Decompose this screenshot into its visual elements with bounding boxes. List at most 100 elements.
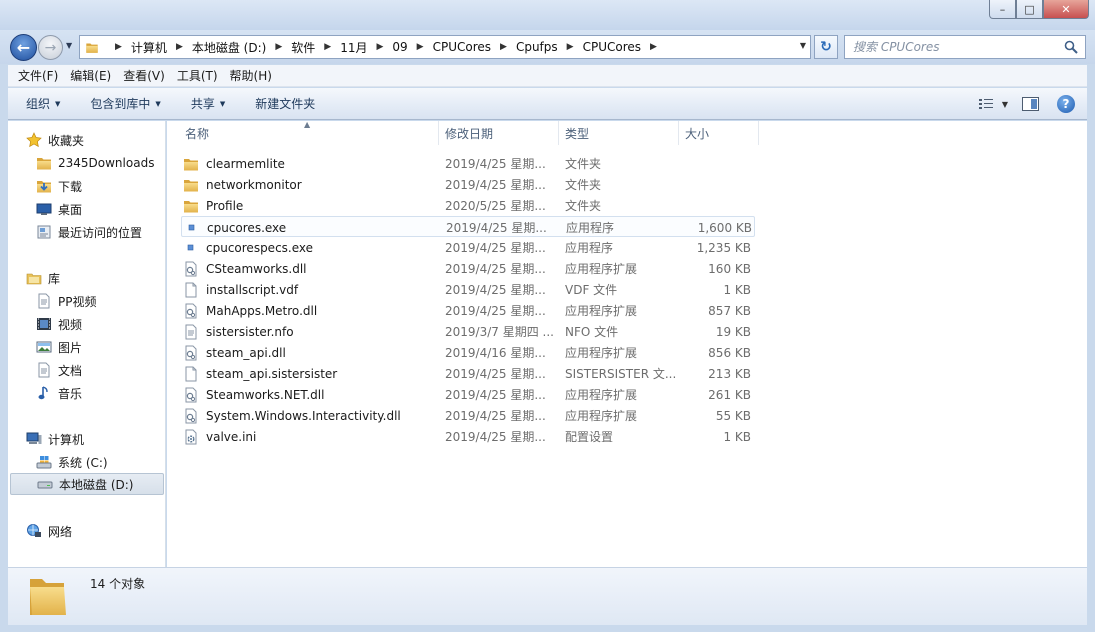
search-icon[interactable] — [1063, 39, 1079, 55]
address-bar[interactable]: ▶ 计算机 ▶ 本地磁盘 (D:) ▶ 软件 ▶ 11月 ▶ 09 ▶ CPUCores ▶ Cpufp… — [79, 35, 811, 59]
nav-item-videos[interactable]: 视频 — [36, 313, 162, 335]
column-header-date[interactable]: 修改日期 — [439, 121, 559, 145]
breadcrumb-separator-arrow[interactable]: ▶ — [367, 42, 392, 52]
file-row[interactable]: Steamworks.NET.dll 2019/4/25 星期... 应用程序扩展 2… — [181, 384, 755, 405]
nav-item-music[interactable]: 音乐 — [36, 382, 162, 404]
file-name-cell[interactable]: clearmemlite — [183, 153, 439, 174]
menu-tools[interactable]: 工具(T) — [171, 67, 224, 84]
nav-libraries[interactable]: 库 — [26, 267, 156, 289]
refresh-button[interactable]: ↻ — [814, 35, 838, 59]
file-row[interactable]: Profile 2020/5/25 星期... 文件夹 — [181, 195, 755, 216]
column-header-size[interactable]: 大小 — [679, 121, 759, 145]
breadcrumb-item[interactable]: Cpufps — [516, 40, 558, 54]
nav-computer[interactable]: 计算机 — [26, 428, 156, 450]
breadcrumb-separator-arrow[interactable]: ▶ — [491, 42, 516, 52]
nav-item-drive-d[interactable]: 本地磁盘 (D:) — [10, 473, 164, 495]
search-input[interactable] — [853, 40, 1053, 54]
breadcrumb-separator-arrow[interactable]: ▶ — [641, 42, 666, 52]
file-name: CSteamworks.dll — [206, 261, 307, 276]
menu-file[interactable]: 文件(F) — [12, 67, 64, 84]
change-view-button[interactable]: ▼ — [978, 97, 1008, 111]
file-name-cell[interactable]: MahApps.Metro.dll — [183, 300, 439, 321]
file-name-cell[interactable]: cpucores.exe — [184, 217, 440, 238]
breadcrumb-separator-arrow[interactable]: ▶ — [266, 42, 291, 52]
file-row[interactable]: sistersister.nfo 2019/3/7 星期四 ... NFO 文件 19… — [181, 321, 755, 342]
file-row[interactable]: System.Windows.Interactivity.dll 2019/4/2… — [181, 405, 755, 426]
preview-pane-icon — [1022, 97, 1039, 111]
file-name-cell[interactable]: steam_api.dll — [183, 342, 439, 363]
nav-item-pictures[interactable]: 图片 — [36, 336, 162, 358]
nav-item-drive-c[interactable]: 系统 (C:) — [36, 451, 162, 473]
file-name-cell[interactable]: CSteamworks.dll — [183, 258, 439, 279]
dll-icon — [183, 303, 199, 319]
organize-button[interactable]: 组织 ▼ — [8, 95, 70, 112]
file-row[interactable]: valve.ini 2019/4/25 星期... 配置设置 1 KB — [181, 426, 755, 447]
file-name-cell[interactable]: cpucorespecs.exe — [183, 237, 439, 258]
file-name-cell[interactable]: Steamworks.NET.dll — [183, 384, 439, 405]
nav-item-2345downloads[interactable]: 2345Downloads — [36, 152, 162, 174]
menu-help[interactable]: 帮助(H) — [224, 67, 278, 84]
file-name-cell[interactable]: Profile — [183, 195, 439, 216]
file-name-cell[interactable]: System.Windows.Interactivity.dll — [183, 405, 439, 426]
column-header-name[interactable]: 名称 — [179, 121, 439, 145]
menu-edit[interactable]: 编辑(E) — [64, 67, 117, 84]
file-row[interactable]: cpucores.exe 2019/4/25 星期... 应用程序 1,600 KB — [181, 216, 755, 237]
preview-pane-button[interactable] — [1022, 97, 1039, 111]
breadcrumb-item[interactable]: CPUCores — [433, 40, 491, 54]
back-button[interactable]: ← — [10, 34, 37, 61]
file-name-cell[interactable]: steam_api.sistersister — [183, 363, 439, 384]
breadcrumb-item[interactable]: 软件 — [291, 39, 315, 56]
file-row[interactable]: installscript.vdf 2019/4/25 星期... VDF 文件 1 … — [181, 279, 755, 300]
nav-item-desktop[interactable]: 桌面 — [36, 198, 162, 220]
computer-icon — [26, 431, 42, 447]
breadcrumb-root-arrow[interactable]: ▶ — [106, 42, 131, 52]
close-button[interactable]: ✕ — [1043, 0, 1089, 19]
menu-view[interactable]: 查看(V) — [117, 67, 171, 84]
recent-pages-dropdown[interactable]: ▼ — [66, 41, 72, 50]
nav-item-downloads[interactable]: 下载 — [36, 175, 162, 197]
nav-item-documents[interactable]: 文档 — [36, 359, 162, 381]
address-dropdown[interactable]: ▼ — [800, 41, 806, 50]
file-name: MahApps.Metro.dll — [206, 303, 318, 318]
nfo-icon — [183, 324, 199, 340]
minimize-button[interactable]: – — [989, 0, 1016, 19]
share-button[interactable]: 共享 ▼ — [171, 95, 235, 112]
breadcrumb-item[interactable]: 11月 — [340, 39, 367, 56]
chevron-down-icon: ▼ — [55, 99, 61, 108]
file-row[interactable]: steam_api.dll 2019/4/16 星期... 应用程序扩展 856 KB — [181, 342, 755, 363]
breadcrumb-separator-arrow[interactable]: ▶ — [167, 42, 192, 52]
nav-item-label: PP视频 — [58, 294, 97, 309]
nav-item-recent-places[interactable]: 最近访问的位置 — [36, 221, 162, 243]
breadcrumb-separator-arrow[interactable]: ▶ — [408, 42, 433, 52]
nav-item-label: 最近访问的位置 — [58, 225, 143, 240]
column-header-type[interactable]: 类型 — [559, 121, 679, 145]
breadcrumb-item[interactable]: 09 — [392, 40, 407, 54]
folder-icon — [36, 155, 52, 171]
nav-network[interactable]: 网络 — [26, 520, 156, 542]
file-row[interactable]: MahApps.Metro.dll 2019/4/25 星期... 应用程序扩展 85… — [181, 300, 755, 321]
caption-buttons: – □ ✕ — [989, 0, 1089, 19]
file-row[interactable]: clearmemlite 2019/4/25 星期... 文件夹 — [181, 153, 755, 174]
file-name-cell[interactable]: networkmonitor — [183, 174, 439, 195]
breadcrumb-item[interactable]: CPUCores — [583, 40, 641, 54]
new-folder-button[interactable]: 新建文件夹 — [235, 95, 325, 112]
include-in-library-button[interactable]: 包含到库中 ▼ — [70, 95, 170, 112]
help-icon[interactable]: ? — [1057, 95, 1075, 113]
breadcrumb-separator-arrow[interactable]: ▶ — [315, 42, 340, 52]
share-label: 共享 — [190, 97, 215, 111]
file-row[interactable]: steam_api.sistersister 2019/4/25 星期... SIS… — [181, 363, 755, 384]
breadcrumb-item[interactable]: 本地磁盘 (D:) — [192, 39, 266, 56]
file-row[interactable]: CSteamworks.dll 2019/4/25 星期... 应用程序扩展 160 … — [181, 258, 755, 279]
maximize-button[interactable]: □ — [1016, 0, 1043, 19]
file-name-cell[interactable]: installscript.vdf — [183, 279, 439, 300]
nav-favorites[interactable]: 收藏夹 — [26, 129, 156, 151]
breadcrumb-item[interactable]: 计算机 — [131, 39, 167, 56]
file-row[interactable]: cpucorespecs.exe 2019/4/25 星期... 应用程序 1,235… — [181, 237, 755, 258]
file-name-cell[interactable]: sistersister.nfo — [183, 321, 439, 342]
file-name: Profile — [206, 198, 244, 213]
file-name-cell[interactable]: valve.ini — [183, 426, 439, 447]
forward-button[interactable]: → — [38, 35, 63, 60]
nav-item-pp-video[interactable]: PP视频 — [36, 290, 162, 312]
file-row[interactable]: networkmonitor 2019/4/25 星期... 文件夹 — [181, 174, 755, 195]
breadcrumb-separator-arrow[interactable]: ▶ — [558, 42, 583, 52]
